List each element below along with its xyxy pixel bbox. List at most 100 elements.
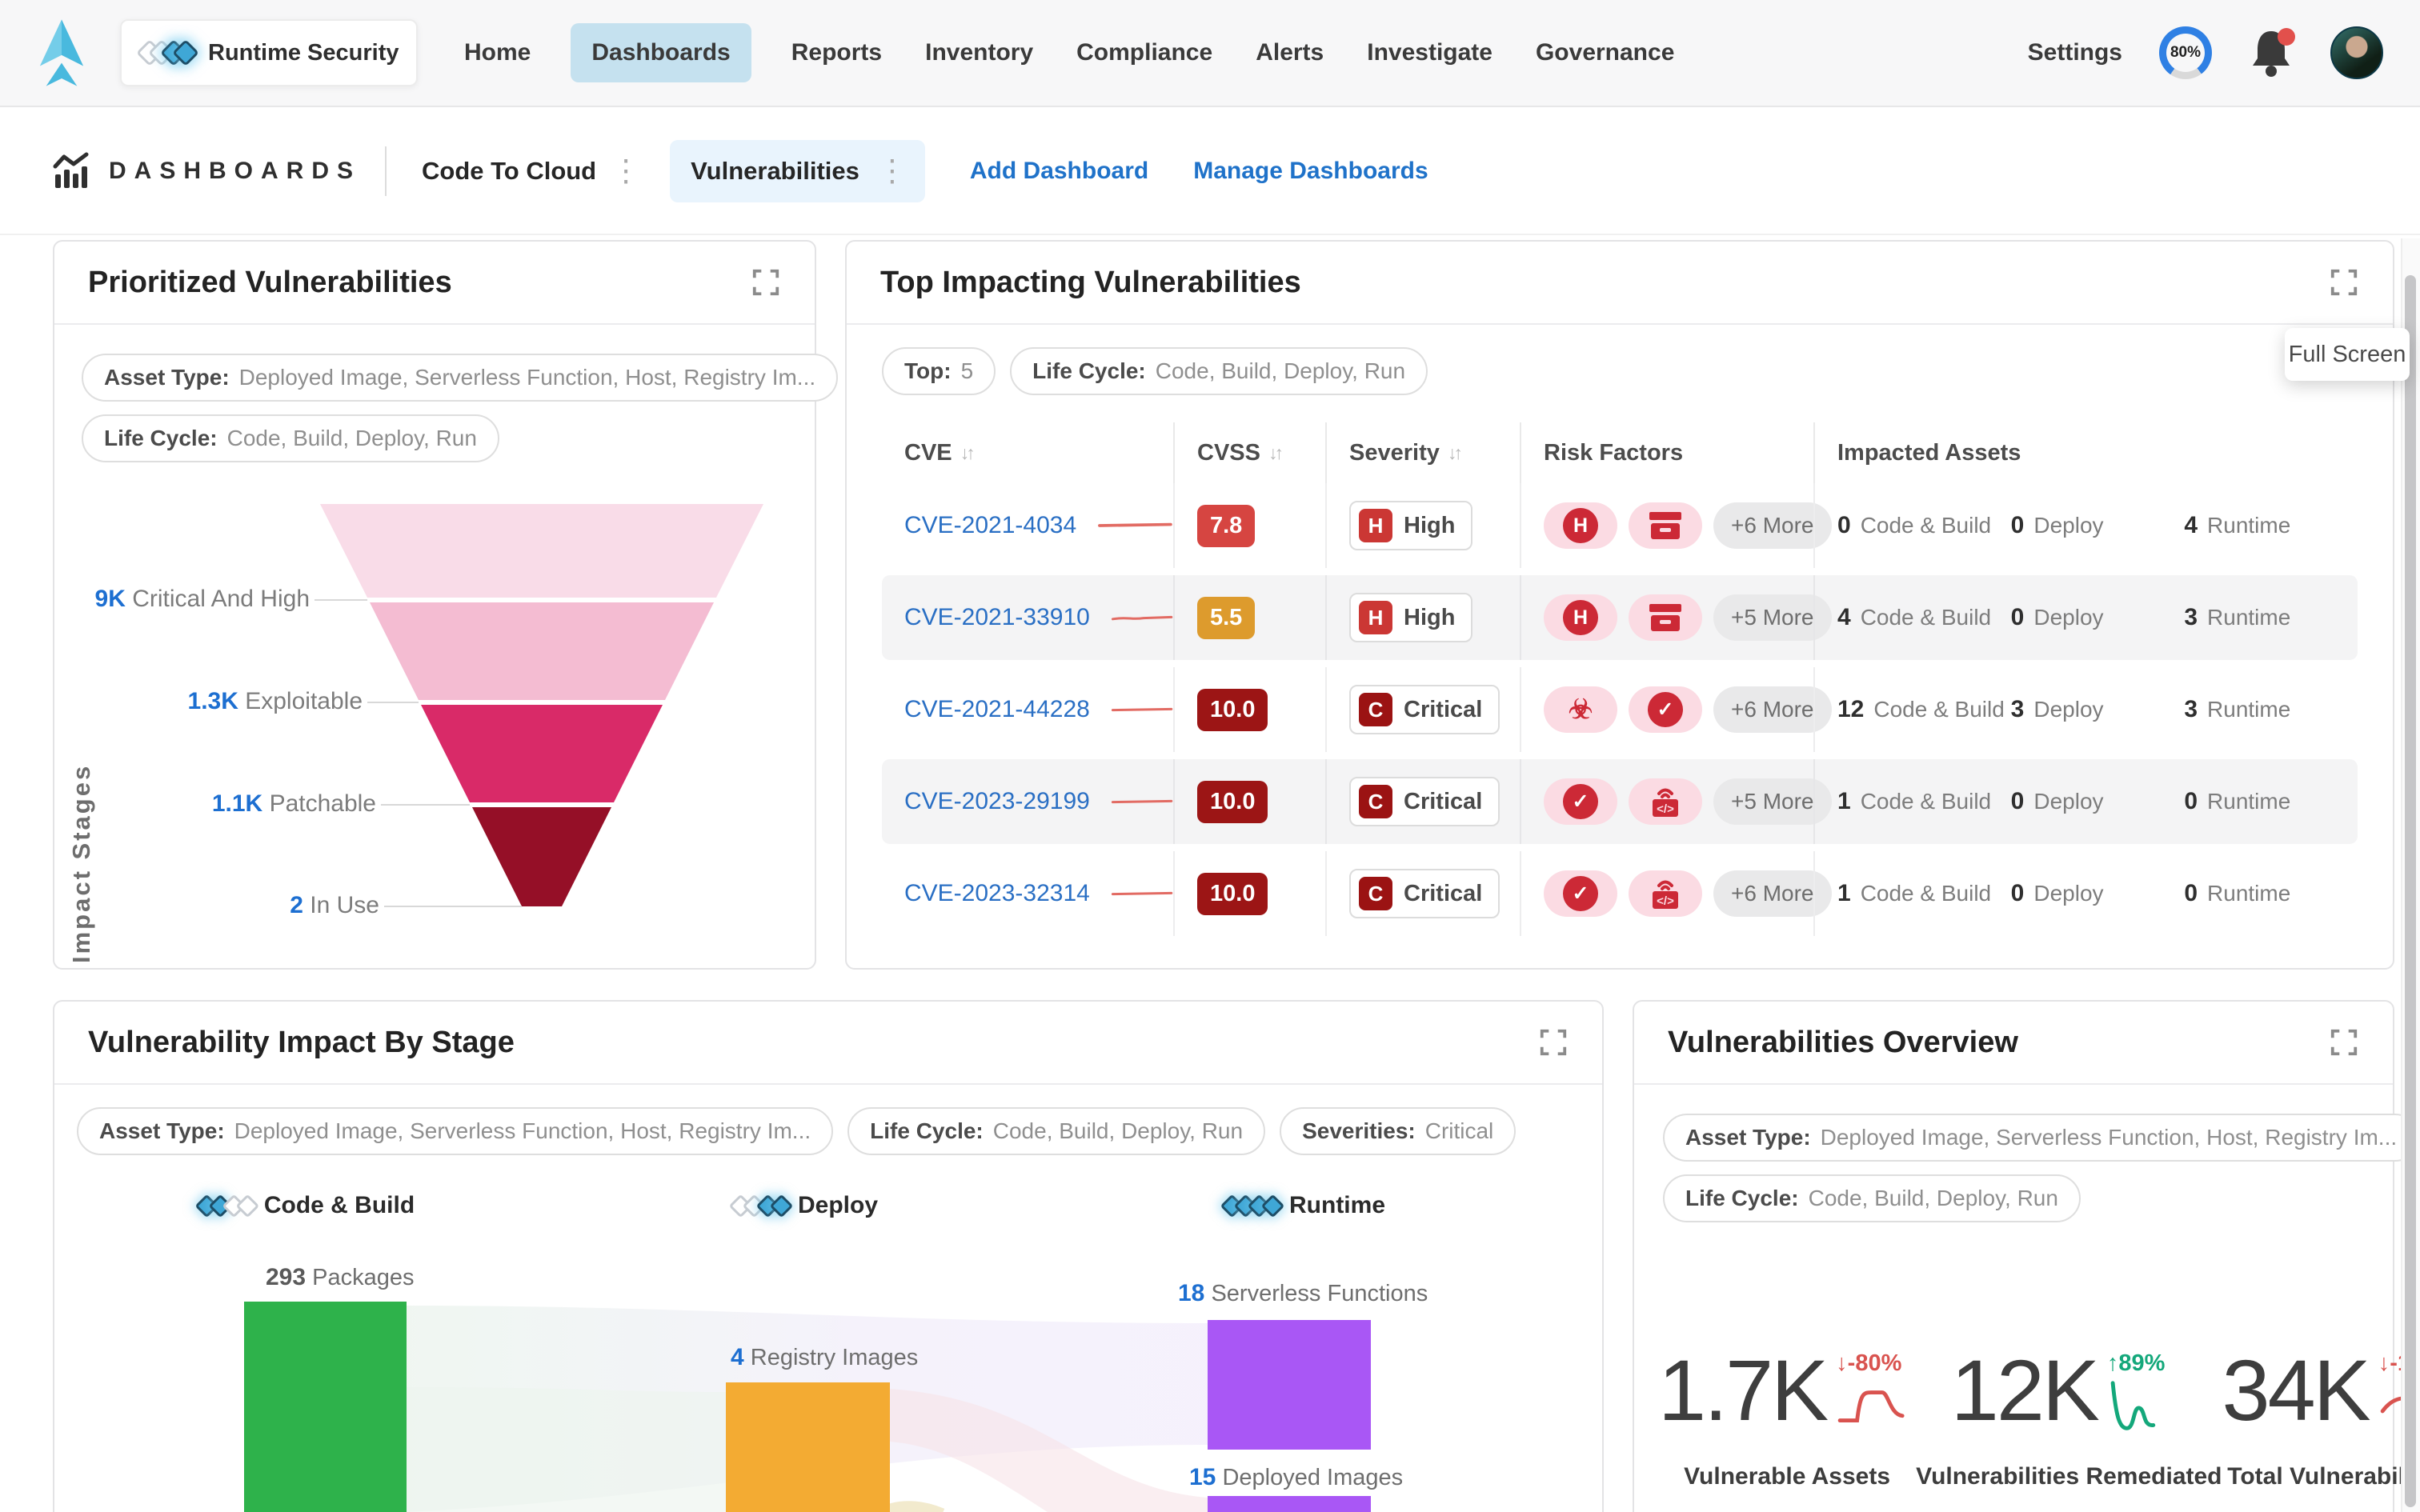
main-nav-items: Home Dashboards Reports Inventory Compli… <box>461 23 1677 82</box>
expand-icon[interactable] <box>1538 1027 1569 1058</box>
tab-vulnerabilities[interactable]: Vulnerabilities ⋮ <box>670 140 925 202</box>
life-cycle-chip[interactable]: Life Cycle: Code, Build, Deploy, Run <box>1010 347 1428 395</box>
column-header-cvss[interactable]: CVSS ↓↑ <box>1173 422 1325 483</box>
nav-item-inventory[interactable]: Inventory <box>922 23 1036 82</box>
asset-type-chip[interactable]: Asset Type: Deployed Image, Serverless F… <box>82 354 838 402</box>
dashboard-group-name[interactable]: Code To Cloud <box>422 157 596 186</box>
sankey-node-packages[interactable] <box>244 1302 407 1512</box>
stage-header-deploy: Deploy <box>739 1192 878 1219</box>
severity-chip: C Critical <box>1349 685 1500 734</box>
remote-execution-risk-icon: </> <box>1629 778 1702 825</box>
sankey-node-registry-images[interactable] <box>726 1382 890 1512</box>
chip-label: Life Cycle: <box>104 426 218 451</box>
page-scrollbar-track[interactable] <box>2401 238 2420 1512</box>
table-row[interactable]: CVE-2023-32314 10.0 C Critical ✓ <box>882 851 2358 936</box>
stat-delta: ↓-80% <box>1836 1350 1916 1377</box>
top-n-chip[interactable]: Top: 5 <box>882 347 996 395</box>
chip-value: Critical <box>1425 1118 1494 1144</box>
funnel-segment-in-use[interactable] <box>472 807 611 906</box>
card-header: Top Impacting Vulnerabilities <box>847 242 2393 325</box>
sort-icon[interactable]: ↓↑ <box>1448 442 1460 464</box>
severity-letter-badge: C <box>1359 693 1392 726</box>
life-cycle-chip[interactable]: Life Cycle: Code, Build, Deploy, Run <box>847 1107 1265 1155</box>
column-header-cve[interactable]: CVE ↓↑ <box>882 422 1173 483</box>
scrollbar-thumb[interactable] <box>2405 275 2416 1507</box>
nav-item-governance[interactable]: Governance <box>1533 23 1677 82</box>
product-switcher[interactable]: Runtime Security <box>120 19 418 86</box>
group-kebab-menu[interactable]: ⋮ <box>611 156 641 186</box>
remote-execution-risk-icon: </> <box>1629 870 1702 917</box>
remote-code-icon: </> <box>1648 877 1683 910</box>
sort-icon[interactable]: ↓↑ <box>960 442 972 464</box>
cvss-cell: 10.0 <box>1173 851 1325 936</box>
cve-cell: CVE-2021-33910 <box>882 575 1173 660</box>
impacted-count: 0 <box>2011 788 2025 815</box>
chip-label: Asset Type: <box>99 1118 225 1144</box>
stage-label: Runtime <box>1289 1192 1385 1219</box>
funnel-segment-exploitable[interactable] <box>370 602 714 700</box>
exploit-exists-risk-icon: ☣ <box>1544 686 1617 733</box>
stage-label: Code & Build <box>264 1192 415 1219</box>
usage-ring[interactable]: 80% <box>2159 26 2212 79</box>
add-dashboard-link[interactable]: Add Dashboard <box>970 158 1148 185</box>
funnel-segment-critical-and-high[interactable] <box>320 504 763 598</box>
filter-chips: Asset Type: Deployed Image, Serverless F… <box>77 1107 1516 1155</box>
impacted-count: 0 <box>2011 880 2025 907</box>
funnel-segment-patchable[interactable] <box>421 705 663 802</box>
cve-cell: CVE-2021-4034 <box>882 483 1173 568</box>
nav-item-compliance[interactable]: Compliance <box>1073 23 1216 82</box>
table-row[interactable]: CVE-2023-29199 10.0 C Critical ✓ <box>882 759 2358 844</box>
svg-text:</>: </> <box>1657 894 1674 908</box>
life-cycle-chip[interactable]: Life Cycle: Code, Build, Deploy, Run <box>1663 1174 2081 1222</box>
dashboards-chart-icon <box>51 152 90 190</box>
card-title: Top Impacting Vulnerabilities <box>880 266 2329 300</box>
asset-type-chip[interactable]: Asset Type: Deployed Image, Serverless F… <box>1663 1114 2419 1162</box>
nav-item-investigate[interactable]: Investigate <box>1364 23 1496 82</box>
table-row[interactable]: CVE-2021-33910 5.5 H High H <box>882 575 2358 660</box>
expand-icon[interactable] <box>2329 267 2359 298</box>
sankey-label-packages: 293 Packages <box>266 1264 414 1291</box>
tab-kebab-menu[interactable]: ⋮ <box>877 156 908 186</box>
column-header-severity[interactable]: Severity ↓↑ <box>1325 422 1520 483</box>
cve-link[interactable]: CVE-2023-32314 <box>904 880 1090 907</box>
impacted-count: 4 <box>2184 512 2198 539</box>
nav-item-dashboards[interactable]: Dashboards <box>571 23 751 82</box>
sankey-label-serverless-functions: 18 Serverless Functions <box>1178 1280 1428 1307</box>
impacted-count: 0 <box>2011 512 2025 539</box>
impacted-assets-cell: 1 Code & Build 0 Deploy 0 Runtime <box>1813 851 2358 936</box>
stat-label: Total Vulnerabilities <box>2227 1463 2420 1490</box>
brand-logo-icon[interactable] <box>37 18 86 88</box>
life-cycle-chip[interactable]: Life Cycle: Code, Build, Deploy, Run <box>82 414 499 462</box>
table-row[interactable]: CVE-2021-4034 7.8 H High H <box>882 483 2358 568</box>
expand-icon[interactable] <box>751 267 781 298</box>
expand-icon[interactable] <box>2329 1027 2359 1058</box>
cve-link[interactable]: CVE-2021-33910 <box>904 604 1090 631</box>
impacted-code-build: 4 Code & Build <box>1837 604 2011 631</box>
card-title: Vulnerability Impact By Stage <box>88 1026 1538 1060</box>
nav-item-alerts[interactable]: Alerts <box>1252 23 1327 82</box>
sankey-node-deployed-images[interactable] <box>1208 1496 1371 1512</box>
severities-chip[interactable]: Severities: Critical <box>1280 1107 1516 1155</box>
cve-link[interactable]: CVE-2021-4034 <box>904 512 1076 539</box>
sort-icon[interactable]: ↓↑ <box>1268 442 1280 464</box>
table-row[interactable]: CVE-2021-44228 10.0 C Critical ☣ <box>882 667 2358 752</box>
impacted-label: Runtime <box>2207 697 2290 722</box>
chip-label: Asset Type: <box>1685 1125 1811 1150</box>
impacted-count: 1 <box>1837 880 1851 907</box>
vulnerabilities-overview-card: Vulnerabilities Overview Asset Type: Dep… <box>1633 1000 2394 1512</box>
asset-type-chip[interactable]: Asset Type: Deployed Image, Serverless F… <box>77 1107 833 1155</box>
column-header-impacted-assets: Impacted Assets <box>1813 422 2358 483</box>
impacted-label: Runtime <box>2207 513 2290 538</box>
cve-link[interactable]: CVE-2021-44228 <box>904 696 1090 723</box>
nav-item-reports[interactable]: Reports <box>788 23 885 82</box>
manage-dashboards-link[interactable]: Manage Dashboards <box>1193 158 1428 185</box>
sankey-node-serverless-functions[interactable] <box>1208 1320 1371 1450</box>
funnel-axis-label: Impact Stages <box>67 764 96 963</box>
chip-value: Deployed Image, Serverless Function, Hos… <box>234 1118 811 1144</box>
avatar[interactable] <box>2330 26 2383 79</box>
node-label: Packages <box>312 1265 414 1290</box>
cve-link[interactable]: CVE-2023-29199 <box>904 788 1090 815</box>
settings-button[interactable]: Settings <box>2028 39 2122 66</box>
notifications-button[interactable] <box>2249 28 2294 78</box>
nav-item-home[interactable]: Home <box>461 23 534 82</box>
